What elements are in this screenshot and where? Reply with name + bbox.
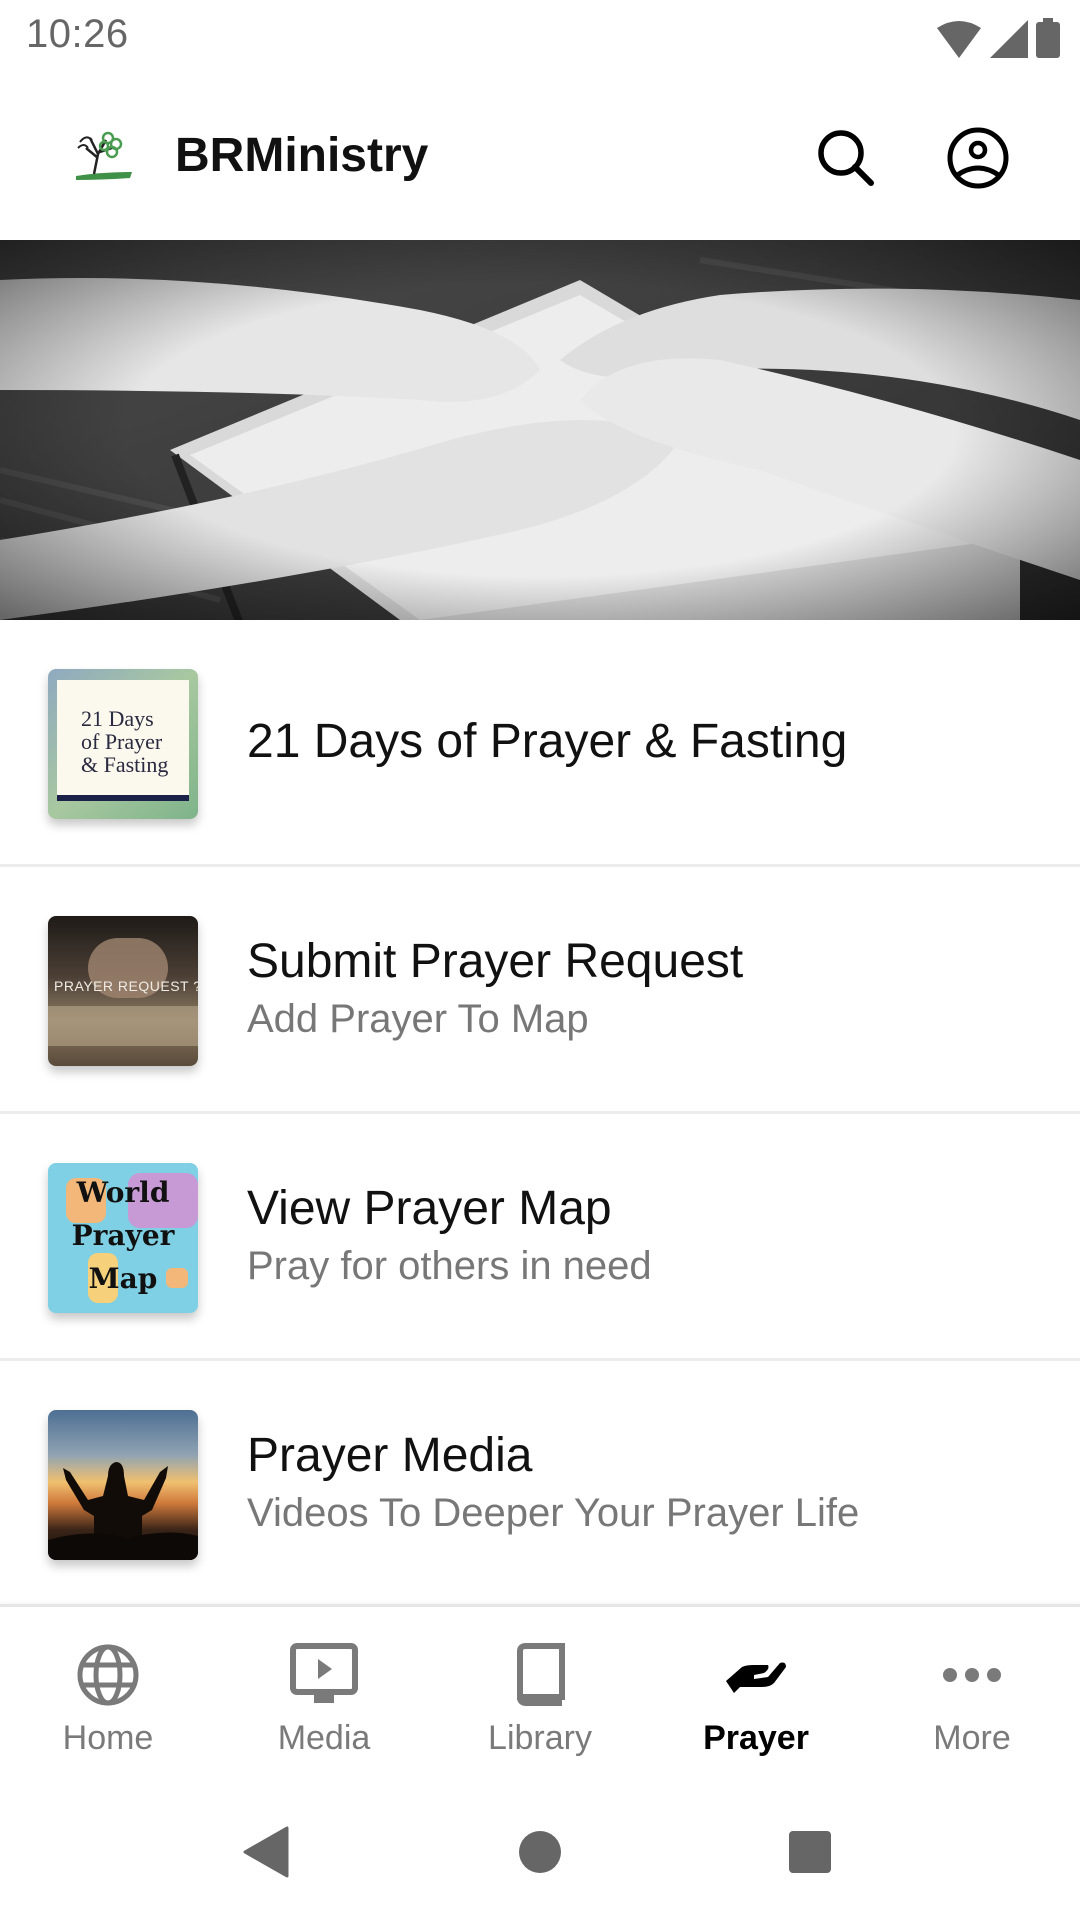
prayer-media-thumbnail — [48, 1410, 198, 1560]
nav-tab-prayer[interactable]: Prayer — [648, 1607, 864, 1785]
tv-play-icon — [290, 1643, 358, 1703]
item-title: Submit Prayer Request — [247, 935, 744, 988]
tree-logo-icon — [72, 128, 134, 184]
battery-icon — [1036, 18, 1060, 58]
world-prayer-map-thumbnail: World Prayer Map — [48, 1163, 198, 1313]
list-item-21-days-fasting[interactable]: 21 Days of Prayer & Fasting 21 Days of P… — [0, 620, 1080, 867]
nav-label: Library — [488, 1719, 592, 1757]
back-button[interactable] — [236, 1822, 296, 1882]
prayer-menu-list: 21 Days of Prayer & Fasting 21 Days of P… — [0, 620, 1080, 1608]
nav-tab-library[interactable]: Library — [432, 1607, 648, 1785]
thumb-line: of Prayer — [81, 729, 163, 754]
nav-label: More — [933, 1719, 1011, 1757]
thumb-line: Prayer — [71, 1219, 175, 1252]
nav-tab-media[interactable]: Media — [216, 1607, 432, 1785]
list-item-prayer-media[interactable]: Prayer Media Videos To Deeper Your Praye… — [0, 1361, 1080, 1608]
nav-label: Media — [277, 1719, 371, 1757]
thumb-line: & Fasting — [81, 752, 169, 777]
item-subtitle: Add Prayer To Map — [247, 997, 589, 1041]
globe-icon — [77, 1644, 139, 1706]
item-subtitle: Videos To Deeper Your Prayer Life — [247, 1491, 860, 1535]
item-title: Prayer Media — [247, 1429, 533, 1482]
account-circle-icon — [947, 127, 1009, 189]
list-item-view-prayer-map[interactable]: World Prayer Map View Prayer Map Pray fo… — [0, 1114, 1080, 1361]
nav-tab-home[interactable]: Home — [0, 1607, 216, 1785]
app-toolbar: BRMinistry — [0, 80, 1080, 240]
nav-label: Home — [62, 1719, 154, 1757]
home-circle-icon — [519, 1831, 561, 1873]
hands-on-bible-image — [0, 240, 1080, 620]
list-item-submit-prayer-request[interactable]: PRAYER REQUEST ? Submit Prayer Request A… — [0, 867, 1080, 1114]
thumb-line: World — [76, 1176, 170, 1209]
fasting-thumbnail: 21 Days of Prayer & Fasting — [48, 669, 198, 819]
search-button[interactable] — [808, 120, 884, 196]
nav-tab-more[interactable]: More — [864, 1607, 1080, 1785]
back-triangle-icon — [243, 1826, 289, 1878]
status-bar: 10:26 — [0, 0, 1080, 80]
account-button[interactable] — [940, 120, 1016, 196]
search-icon — [818, 130, 874, 186]
bottom-navigation: Home Media Library Prayer More — [0, 1604, 1080, 1785]
cellular-signal-icon — [990, 20, 1028, 58]
app-title: BRMinistry — [175, 129, 429, 182]
item-title: View Prayer Map — [247, 1182, 612, 1235]
prayer-request-thumbnail: PRAYER REQUEST ? — [48, 916, 198, 1066]
thumb-line: 21 Days — [81, 706, 154, 731]
system-navigation-bar — [0, 1782, 1080, 1920]
praying-hand-icon — [726, 1662, 786, 1693]
wifi-icon — [937, 21, 981, 58]
status-time: 10:26 — [26, 12, 129, 56]
item-subtitle: Pray for others in need — [247, 1244, 652, 1288]
thumb-text: PRAYER REQUEST ? — [54, 978, 198, 994]
book-icon — [517, 1643, 565, 1706]
recents-square-icon — [789, 1831, 831, 1873]
nav-label: Prayer — [703, 1719, 809, 1757]
status-icons — [936, 14, 1060, 58]
home-button[interactable] — [510, 1822, 570, 1882]
silhouette-image — [48, 1462, 198, 1560]
hero-image — [0, 240, 1080, 620]
thumb-line: Map — [88, 1262, 158, 1295]
item-title: 21 Days of Prayer & Fasting — [247, 715, 848, 768]
recents-button[interactable] — [780, 1822, 840, 1882]
more-horizontal-icon — [943, 1668, 1001, 1682]
